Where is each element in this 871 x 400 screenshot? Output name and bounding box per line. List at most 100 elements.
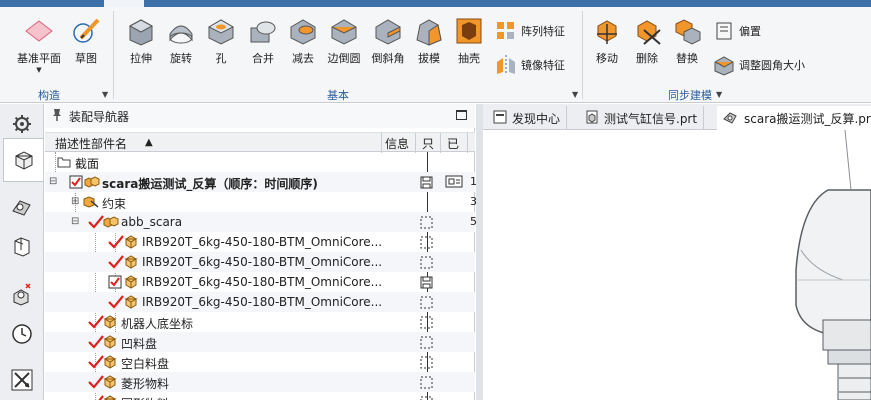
collapse-icon[interactable]: ⊟ [49,176,57,187]
assembly-navigator-tab-icon[interactable] [3,138,43,182]
unloaded-status-icon[interactable] [420,396,433,400]
chamfer-button[interactable]: 倒斜角 [368,15,408,66]
checkbox-checked-icon[interactable] [108,275,122,289]
column-modified-header[interactable]: 已 [447,135,459,152]
resize-blend-button[interactable]: 调整圆角大小 [712,53,805,77]
check-tick-icon[interactable] [88,395,104,400]
part-icon [124,235,138,249]
tree-row[interactable]: 凹料盘 [45,332,475,352]
tab-part-file[interactable]: 测试气缸信号.prt [579,106,705,130]
tree-row[interactable]: 菱形物料 [45,372,475,392]
mirror-feature-button[interactable]: 镜像特征 [494,53,565,77]
nx-window: 基准平面 ▼ 草图 构造 ▼ 拉伸 旋转 孔 合并 减去 边倒圆 倒斜角 拔模 … [0,0,871,400]
check-tick-icon[interactable] [108,235,124,249]
constraint-navigator-icon[interactable] [6,190,38,222]
save-status-icon[interactable] [420,176,433,189]
ribbon-tab-active[interactable] [104,0,144,7]
replace-button[interactable]: 替换 [670,15,704,66]
check-tick-icon[interactable] [108,255,124,269]
tree-row-label: 截面 [75,157,100,171]
group-expand-icon[interactable]: ▼ [102,90,108,99]
group-expand-icon[interactable]: ▼ [716,90,722,99]
tree-row[interactable]: 空白料盘 [45,352,475,372]
graphics-viewport[interactable] [483,130,871,400]
tab-assembly-file[interactable]: scara搬运测试_反算.prt [717,106,871,130]
column-separator[interactable] [381,133,382,153]
edge-blend-icon [328,15,360,47]
unloaded-status-icon[interactable] [420,356,433,369]
unite-icon [247,15,279,47]
check-tick-icon[interactable] [88,215,104,229]
tree-row[interactable]: 圆形物料 [45,392,475,400]
part-file-icon [585,110,599,127]
pin-icon[interactable] [51,108,63,125]
check-tick-icon[interactable] [108,295,124,309]
check-tick-icon[interactable] [88,335,104,349]
move-button[interactable]: 移动 [590,15,624,66]
assembly-icon [84,175,100,189]
revolve-icon [165,15,197,47]
pattern-feature-button[interactable]: 阵列特征 [494,19,565,43]
unloaded-status-icon[interactable] [420,336,433,349]
reuse-library-icon[interactable] [6,278,38,310]
subtract-button[interactable]: 减去 [286,15,320,66]
chamfer-icon [372,15,404,47]
maximize-icon[interactable] [456,110,467,120]
panel-splitter[interactable] [476,104,483,400]
tree-row[interactable]: 机器人底坐标 [45,312,475,332]
tree-row[interactable]: ⊟ abb_scara 5 [45,212,477,232]
group-label-basic: 基本 [327,89,349,102]
column-separator[interactable] [440,133,441,153]
tree-row[interactable]: IRB920T_6kg-450-180-BTM_OmniCore... [45,272,475,292]
collapse-icon[interactable]: ⊟ [71,216,79,227]
draft-button[interactable]: 拔模 [412,15,446,66]
check-tick-icon[interactable] [88,375,104,389]
unloaded-status-icon[interactable] [420,296,433,309]
sort-ascending-icon[interactable]: ▲ [145,137,153,148]
extrude-button[interactable]: 拉伸 [124,15,158,66]
history-clock-icon[interactable] [6,318,38,350]
expand-icon[interactable]: ⊞ [71,196,79,207]
chevron-down-icon[interactable]: ▼ [36,66,41,74]
unloaded-status-icon[interactable] [420,236,433,249]
discovery-icon [493,110,507,127]
revolve-button[interactable]: 旋转 [164,15,198,66]
check-tick-icon[interactable] [88,355,104,369]
unloaded-status-icon[interactable] [420,256,433,269]
part-navigator-icon[interactable] [6,230,38,262]
tree-row[interactable]: IRB920T_6kg-450-180-BTM_OmniCore... [45,252,475,272]
column-info-header[interactable]: 信息 [385,135,409,152]
group-expand-icon[interactable]: ▼ [572,90,578,99]
shell-button[interactable]: 抽壳 [452,15,486,66]
unite-button[interactable]: 合并 [246,15,280,66]
part-icon [103,355,117,369]
tree-row[interactable]: IRB920T_6kg-450-180-BTM_OmniCore... [45,292,475,312]
tree-row[interactable]: ⊞ 约束 3 [45,192,477,212]
gear-icon[interactable] [6,108,38,140]
column-readonly-header[interactable]: 只 [422,135,434,152]
tree-row-label: 约束 [102,197,127,211]
unloaded-status-icon[interactable] [420,316,433,329]
column-separator[interactable] [467,133,468,153]
tab-discovery-center[interactable]: 发现中心 [487,106,568,130]
part-icon [124,295,138,309]
check-tick-icon[interactable] [88,315,104,329]
save-status-icon[interactable] [420,276,433,289]
column-name-header[interactable]: 描述性部件名 [55,135,127,152]
unloaded-status-icon[interactable] [420,216,433,229]
extrude-icon [125,15,157,47]
tree-row-label: 凹料盘 [121,337,158,351]
tree-row[interactable]: IRB920T_6kg-450-180-BTM_OmniCore... [45,232,475,252]
tree-row[interactable]: ⊟ scara搬运测试_反算（顺序：时间顺序) 1 [45,172,477,192]
checkbox-checked-icon[interactable] [69,175,83,189]
tree-row[interactable]: 截面 [45,152,475,172]
datum-plane-button[interactable]: 基准平面 ▼ [14,15,64,74]
offset-button[interactable]: 偏置 [712,19,761,43]
edge-blend-button[interactable]: 边倒圆 [324,15,364,66]
column-separator[interactable] [415,133,416,153]
sketch-button[interactable]: 草图 [68,15,104,66]
tools-icon[interactable] [6,364,38,396]
unloaded-status-icon[interactable] [420,376,433,389]
hole-button[interactable]: 孔 [204,15,238,66]
delete-button[interactable]: 删除 [630,15,664,66]
